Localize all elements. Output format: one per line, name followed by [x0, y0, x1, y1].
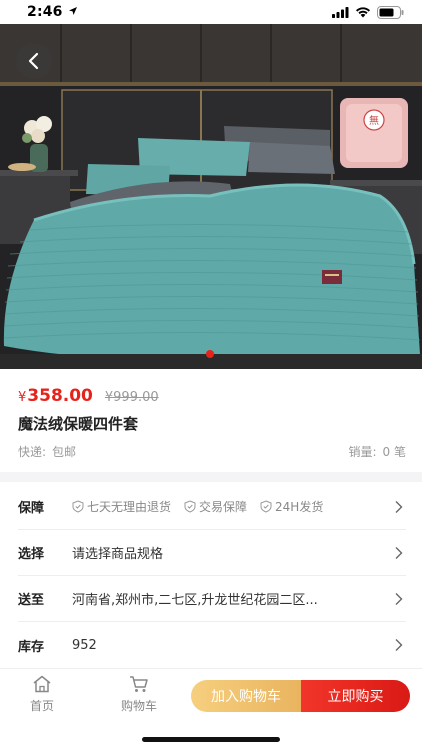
tab-cart-label: 购物车: [121, 699, 158, 713]
section-divider: [0, 472, 422, 482]
svg-text:無: 無: [369, 114, 379, 127]
signal-icon: [332, 7, 349, 18]
shield-check-icon: [184, 500, 196, 513]
current-price: 358.00: [27, 386, 93, 406]
shield-check-icon: [260, 500, 272, 513]
status-bar: 2:46: [0, 0, 422, 24]
ship-to-label: 送至: [18, 593, 45, 608]
meta-row: 快递: 包邮 销量: 0 笔: [18, 443, 406, 460]
location-arrow-icon: [69, 7, 77, 15]
guarantee-item: 七天无理由退货: [72, 498, 171, 515]
back-button[interactable]: [16, 43, 52, 79]
chevron-right-icon: [395, 500, 403, 513]
ship-to-address: 河南省,郑州市,二七区,升龙世纪花园二区...: [72, 593, 318, 608]
product-photo: 無: [0, 24, 422, 369]
product-title: 魔法绒保暖四件套: [18, 415, 139, 433]
sales-info: 销量: 0 笔: [349, 443, 407, 460]
tab-home[interactable]: 首页: [30, 675, 54, 714]
stock-label: 库存: [18, 639, 45, 655]
status-time: 2:46: [27, 4, 63, 20]
shipping-value: 包邮: [52, 445, 77, 459]
chevron-right-icon: [395, 592, 403, 605]
product-image-carousel[interactable]: 無: [0, 24, 422, 369]
guarantee-text: 交易保障: [199, 500, 248, 514]
select-value: 请选择商品规格: [72, 547, 164, 562]
select-label: 选择: [18, 547, 45, 562]
guarantee-item: 交易保障: [184, 498, 247, 515]
chevron-right-icon: [395, 639, 403, 651]
tab-cart[interactable]: 购物车: [121, 675, 157, 714]
shipping-info: 快递: 包邮: [18, 443, 76, 460]
guarantee-text: 七天无理由退货: [87, 500, 172, 514]
guarantee-list: 七天无理由退货 交易保障 24H发货: [72, 498, 386, 515]
home-icon: [33, 675, 51, 693]
price-row: ¥ 358.00 ¥999.00: [18, 386, 159, 406]
guarantee-item: 24H发货: [260, 498, 323, 515]
original-price: ¥999.00: [104, 390, 159, 405]
shipping-label: 快递:: [18, 445, 47, 459]
carousel-dot-active: [206, 350, 214, 358]
sales-value: 0 笔: [382, 445, 406, 459]
back-arrow-icon: [28, 52, 39, 70]
add-to-cart-button[interactable]: 加入购物车: [191, 680, 301, 712]
wifi-icon: [356, 7, 370, 18]
guarantee-text: 24H发货: [275, 500, 324, 514]
chevron-right-icon: [395, 546, 403, 559]
cart-icon: [130, 676, 148, 692]
guarantee-row[interactable]: 保障 七天无理由退货 交易保障 24H发货: [18, 484, 406, 530]
buy-now-button[interactable]: 立即购买: [301, 680, 410, 712]
guarantee-label: 保障: [18, 501, 45, 516]
shield-check-icon: [72, 500, 84, 513]
select-spec-row[interactable]: 选择 请选择商品规格: [18, 530, 406, 576]
tab-home-label: 首页: [30, 699, 55, 713]
ship-to-row[interactable]: 送至 河南省,郑州市,二七区,升龙世纪花园二区...: [18, 576, 406, 622]
home-indicator: [142, 737, 280, 742]
stock-row[interactable]: 库存 952: [18, 622, 406, 668]
battery-icon: [377, 6, 404, 19]
sales-label: 销量:: [348, 445, 377, 459]
price-currency: ¥: [18, 390, 27, 405]
stock-value: 952: [72, 637, 97, 653]
